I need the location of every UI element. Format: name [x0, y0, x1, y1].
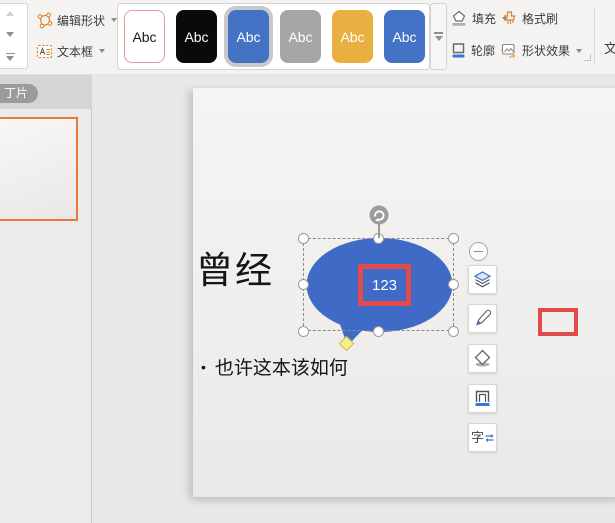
scroll-up-icon[interactable]	[6, 11, 14, 16]
app-window: 编辑形状 文本框 Abc Abc Abc Abc Abc Abc 填充 格式刷 …	[0, 0, 615, 523]
gallery-dropdown-button[interactable]	[430, 3, 447, 70]
edit-shape-label: 编辑形状	[57, 13, 106, 28]
swatch-label: Abc	[340, 28, 365, 45]
style-swatch-4[interactable]: Abc	[280, 10, 321, 63]
resize-handle-bottom[interactable]	[373, 325, 384, 337]
bullet-paragraph[interactable]: • 也许这本该如何	[201, 353, 348, 380]
gallery-more-icon	[434, 32, 443, 34]
bullet-text: 也许这本该如何	[214, 358, 348, 379]
rotation-handle-connector	[378, 224, 380, 238]
resize-handle-right[interactable]	[448, 279, 459, 290]
resize-handle-left[interactable]	[298, 279, 309, 290]
style-swatch-5[interactable]: Abc	[332, 10, 373, 63]
collapse-icon	[474, 250, 483, 253]
group-corner-mark	[584, 54, 591, 61]
format-painter-icon	[503, 11, 516, 24]
format-painter-button[interactable]: 格式刷	[501, 8, 558, 29]
blue-arrows-icon	[485, 433, 494, 442]
resize-handle-top-left[interactable]	[298, 232, 309, 244]
outline-icon	[452, 43, 465, 58]
text-box-icon	[36, 44, 53, 58]
swatch-label: Abc	[236, 28, 261, 45]
resize-handle-bottom-right[interactable]	[448, 325, 459, 337]
dropdown-caret-icon	[434, 35, 443, 41]
text-options-button[interactable]: 字	[468, 423, 497, 452]
callout-text[interactable]: 123	[372, 277, 397, 294]
shape-style-gallery: Abc Abc Abc Abc Abc Abc	[117, 3, 430, 70]
gallery-scroll-strip[interactable]	[0, 3, 28, 69]
layers-icon	[473, 271, 492, 288]
swatch-label: Abc	[132, 28, 157, 45]
style-swatch-3-selected[interactable]: Abc	[228, 10, 269, 63]
edit-shape-button[interactable]: 编辑形状	[36, 9, 118, 31]
frame-icon	[475, 390, 490, 406]
fill-style-button[interactable]	[468, 344, 497, 373]
style-swatch-6[interactable]: Abc	[384, 10, 425, 63]
outline-label: 轮廓	[471, 44, 496, 58]
resize-handle-top-right[interactable]	[448, 232, 459, 244]
dropdown-caret-icon	[576, 48, 583, 53]
bullet-marker: •	[201, 358, 206, 375]
edit-shape-icon	[37, 12, 53, 28]
collapse-toolbar-button[interactable]	[469, 242, 488, 261]
rotate-handle[interactable]	[369, 205, 389, 225]
text-box-label: 文本框	[57, 44, 94, 59]
scroll-down-icon[interactable]	[6, 31, 14, 37]
bucket-icon	[474, 349, 491, 367]
format-painter-label: 格式刷	[522, 12, 559, 26]
outline-style-button[interactable]	[468, 384, 497, 413]
brush-icon	[476, 309, 492, 326]
shape-effects-button[interactable]: 形状效果	[501, 40, 583, 61]
red-highlight-box-empty	[538, 308, 578, 336]
brush-style-button[interactable]	[468, 304, 497, 333]
ribbon-toolbar: 编辑形状 文本框 Abc Abc Abc Abc Abc Abc 填充 格式刷 …	[0, 0, 615, 75]
swatch-label: Abc	[288, 28, 313, 45]
fill-label: 填充	[472, 12, 497, 26]
gallery-more-icon[interactable]	[5, 52, 15, 61]
toolbar-separator	[594, 7, 595, 65]
outline-button[interactable]: 轮廓	[450, 40, 508, 61]
slides-tab-badge[interactable]: 丁片	[0, 84, 39, 103]
fill-button[interactable]: 填充	[450, 8, 509, 29]
shape-effects-label: 形状效果	[522, 44, 571, 58]
text-box-button[interactable]: 文本框	[36, 40, 106, 62]
style-swatch-2[interactable]: Abc	[176, 10, 217, 63]
swatch-label: Abc	[184, 28, 209, 45]
slide-title-text[interactable]: 曾经	[196, 240, 274, 294]
style-swatch-1[interactable]: Abc	[124, 10, 165, 63]
layers-button[interactable]	[468, 265, 497, 294]
shape-effects-icon	[501, 43, 516, 59]
clipped-toolbar-label: 文	[604, 41, 615, 56]
text-layout-icon: 字	[470, 430, 484, 445]
resize-handle-bottom-left[interactable]	[298, 325, 309, 337]
dropdown-caret-icon	[99, 49, 106, 53]
red-highlight-box-callout: 123	[358, 264, 411, 306]
fill-icon	[452, 10, 466, 26]
slide-thumbnail-selected[interactable]	[0, 117, 78, 221]
swatch-label: Abc	[392, 28, 417, 45]
